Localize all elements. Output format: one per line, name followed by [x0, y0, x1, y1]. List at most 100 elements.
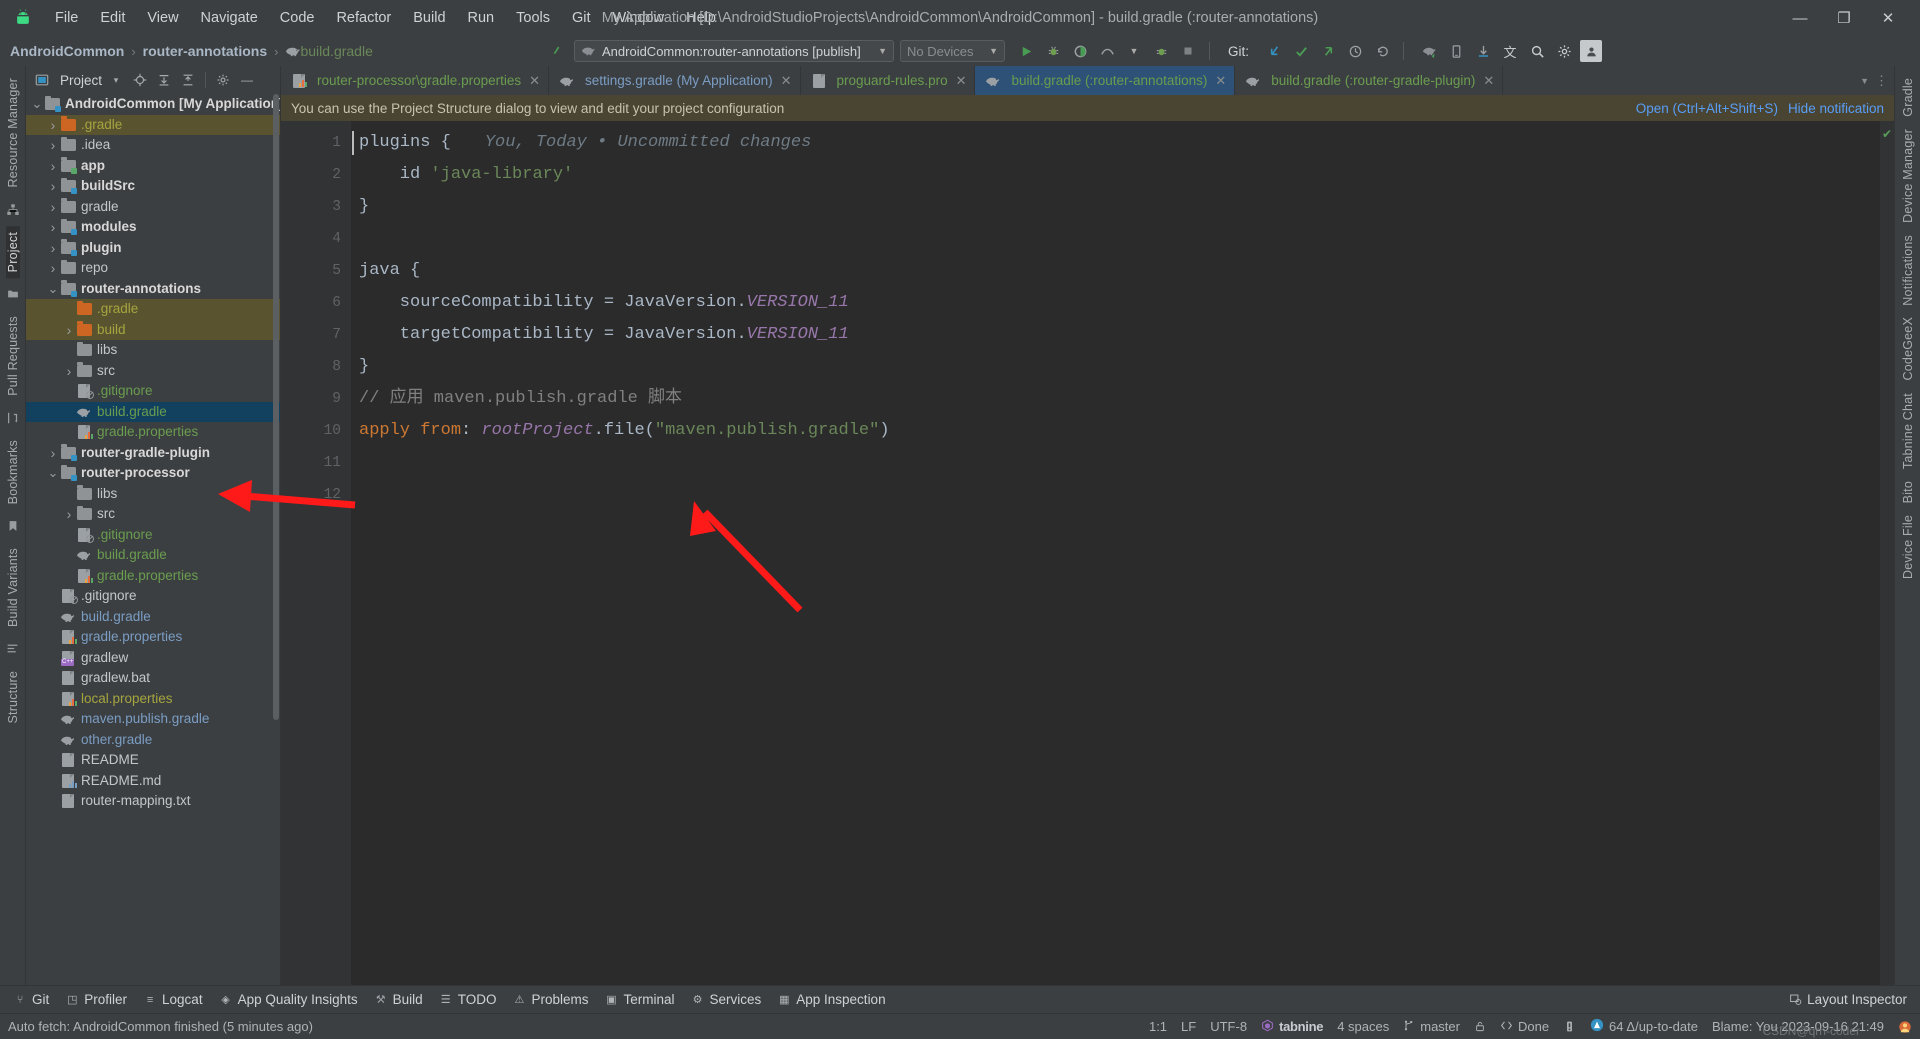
- chevron-right-icon[interactable]: ›: [46, 117, 60, 133]
- line-number[interactable]: 8: [281, 351, 351, 383]
- chevron-down-icon[interactable]: ▼: [1123, 40, 1145, 62]
- tree-node-router-mapping-txt[interactable]: router-mapping.txt: [26, 791, 280, 812]
- pull-request-icon[interactable]: [4, 409, 22, 427]
- editor-tab-settings-gradle-my-application[interactable]: settings.gradle (My Application) ✕: [549, 66, 801, 95]
- expand-all-icon[interactable]: [154, 70, 174, 90]
- line-number[interactable]: 12: [281, 479, 351, 511]
- collapse-all-icon[interactable]: [178, 70, 198, 90]
- editor-tab-router-processor-gradle-properties[interactable]: router-processor\gradle.properties ✕: [281, 66, 550, 95]
- tree-node-gradle[interactable]: .gradle: [26, 299, 280, 320]
- rail-item-notifications[interactable]: Notifications: [1901, 229, 1915, 312]
- tabs-options-icon[interactable]: ⋮: [1875, 73, 1888, 89]
- menu-item-refactor[interactable]: Refactor: [325, 6, 402, 30]
- panel-settings-icon[interactable]: [213, 70, 233, 90]
- menu-item-code[interactable]: Code: [269, 6, 326, 30]
- tree-node-gradle-properties[interactable]: gradle.properties: [26, 422, 280, 443]
- menu-item-view[interactable]: View: [136, 6, 189, 30]
- select-opened-file-icon[interactable]: [130, 70, 150, 90]
- line-number[interactable]: 5: [281, 255, 351, 287]
- tree-node-router-gradle-plugin[interactable]: › router-gradle-plugin: [26, 443, 280, 464]
- rail-item-bito[interactable]: Bito: [1901, 475, 1915, 509]
- line-number[interactable]: 9: [281, 383, 351, 415]
- rail-item-device-manager[interactable]: Device Manager: [1901, 123, 1915, 229]
- rollback-icon[interactable]: [1371, 40, 1393, 62]
- rail-item-build-variants[interactable]: Build Variants: [6, 542, 20, 633]
- close-icon[interactable]: ✕: [781, 73, 792, 89]
- chevron-right-icon[interactable]: ›: [46, 219, 60, 235]
- menu-item-build[interactable]: Build: [402, 6, 456, 30]
- close-icon[interactable]: ✕: [1483, 73, 1494, 89]
- chevron-right-icon[interactable]: ›: [46, 260, 60, 276]
- tree-node-router-annotations[interactable]: ⌄ router-annotations: [26, 279, 280, 300]
- menu-item-run[interactable]: Run: [457, 6, 506, 30]
- tree-node-buildsrc[interactable]: › buildSrc: [26, 176, 280, 197]
- tree-node-other-gradle[interactable]: other.gradle: [26, 730, 280, 751]
- commit-icon[interactable]: [1290, 40, 1312, 62]
- code-line[interactable]: }: [359, 191, 1880, 223]
- code-line[interactable]: plugins {You, Today • Uncommitted change…: [359, 127, 1880, 159]
- tree-node-build-gradle[interactable]: build.gradle: [26, 545, 280, 566]
- tool-window-button-git[interactable]: ⑂ Git: [6, 989, 56, 1010]
- hide-panel-icon[interactable]: —: [237, 70, 257, 90]
- tree-node-maven-publish-gradle[interactable]: maven.publish.gradle: [26, 709, 280, 730]
- tool-window-button-profiler[interactable]: ◳ Profiler: [58, 989, 134, 1010]
- tool-window-button-build[interactable]: ⚒ Build: [367, 989, 430, 1010]
- tree-node-gitignore[interactable]: .gitignore: [26, 586, 280, 607]
- rail-item-project[interactable]: Project: [5, 225, 20, 278]
- attach-debugger-icon[interactable]: [1150, 40, 1172, 62]
- line-number[interactable]: 10: [281, 415, 351, 447]
- code-line[interactable]: id 'java-library': [359, 159, 1880, 191]
- breadcrumb-project[interactable]: AndroidCommon: [10, 43, 124, 59]
- code-line[interactable]: java {: [359, 255, 1880, 287]
- tree-node-modules[interactable]: › modules: [26, 217, 280, 238]
- line-number[interactable]: 4: [281, 223, 351, 255]
- close-icon[interactable]: ✕: [529, 73, 540, 89]
- tree-node-gitignore[interactable]: .gitignore: [26, 381, 280, 402]
- code-line[interactable]: sourceCompatibility = JavaVersion.VERSIO…: [359, 287, 1880, 319]
- line-number[interactable]: 11: [281, 447, 351, 479]
- device-selector[interactable]: No Devices ▼: [900, 40, 1005, 62]
- chevron-right-icon[interactable]: ›: [62, 322, 76, 338]
- source-code[interactable]: plugins {You, Today • Uncommitted change…: [351, 121, 1880, 985]
- layout-inspector-button[interactable]: Layout Inspector: [1781, 989, 1914, 1010]
- tree-node-app[interactable]: › app: [26, 156, 280, 177]
- tool-window-button-problems[interactable]: ⚠ Problems: [505, 989, 595, 1010]
- line-separator[interactable]: LF: [1181, 1019, 1196, 1034]
- line-number[interactable]: 6: [281, 287, 351, 319]
- chevron-right-icon[interactable]: ›: [62, 363, 76, 379]
- chevron-down-icon[interactable]: ⌄: [46, 466, 60, 479]
- error-marker-bar[interactable]: ✔: [1880, 121, 1894, 985]
- vcs-inlay-hint[interactable]: You, Today • Uncommitted changes: [485, 133, 811, 152]
- translate-icon[interactable]: 文: [1499, 40, 1521, 62]
- line-number[interactable]: 7: [281, 319, 351, 351]
- close-icon[interactable]: ✕: [956, 73, 967, 89]
- git-branch[interactable]: master: [1403, 1019, 1460, 1035]
- inspection-status[interactable]: Done: [1500, 1019, 1549, 1035]
- tree-node-gradlew[interactable]: C++ gradlew: [26, 648, 280, 669]
- rail-item-device-file[interactable]: Device File: [1901, 509, 1915, 585]
- tool-window-button-terminal[interactable]: ▣ Terminal: [597, 989, 681, 1010]
- tree-node-repo[interactable]: › repo: [26, 258, 280, 279]
- notifications-badge-icon[interactable]: [1563, 1020, 1576, 1033]
- chevron-right-icon[interactable]: ›: [46, 137, 60, 153]
- tree-node-local-properties[interactable]: local.properties: [26, 689, 280, 710]
- chevron-down-icon[interactable]: ⌄: [46, 282, 60, 295]
- tree-node-gradle[interactable]: › .gradle: [26, 114, 280, 135]
- breadcrumb-file[interactable]: build.gradle: [300, 43, 372, 59]
- read-only-toggle-icon[interactable]: [1474, 1020, 1486, 1033]
- debug-icon[interactable]: [1042, 40, 1064, 62]
- search-everywhere-icon[interactable]: [1526, 40, 1548, 62]
- menu-item-tools[interactable]: Tools: [505, 6, 561, 30]
- tree-node-gradlew-bat[interactable]: gradlew.bat: [26, 668, 280, 689]
- tabnine-status[interactable]: tabnine: [1261, 1019, 1323, 1035]
- chevron-down-icon[interactable]: ⌄: [30, 97, 44, 110]
- tool-window-button-services[interactable]: ⚙ Services: [684, 989, 769, 1010]
- tree-node-androidcommon-my-application[interactable]: ⌄ AndroidCommon [My Application]: [26, 94, 280, 115]
- rail-item-tabnine-chat[interactable]: Tabnine Chat: [1901, 387, 1915, 475]
- rail-item-resource-manager[interactable]: Resource Manager: [6, 72, 20, 194]
- editor-tab-proguard-rules-pro[interactable]: proguard-rules.pro ✕: [801, 66, 976, 95]
- device-manager-icon[interactable]: [1445, 40, 1467, 62]
- notification-open-link[interactable]: Open (Ctrl+Alt+Shift+S): [1636, 101, 1778, 116]
- line-number[interactable]: 1: [281, 127, 351, 159]
- tree-node-src[interactable]: › src: [26, 504, 280, 525]
